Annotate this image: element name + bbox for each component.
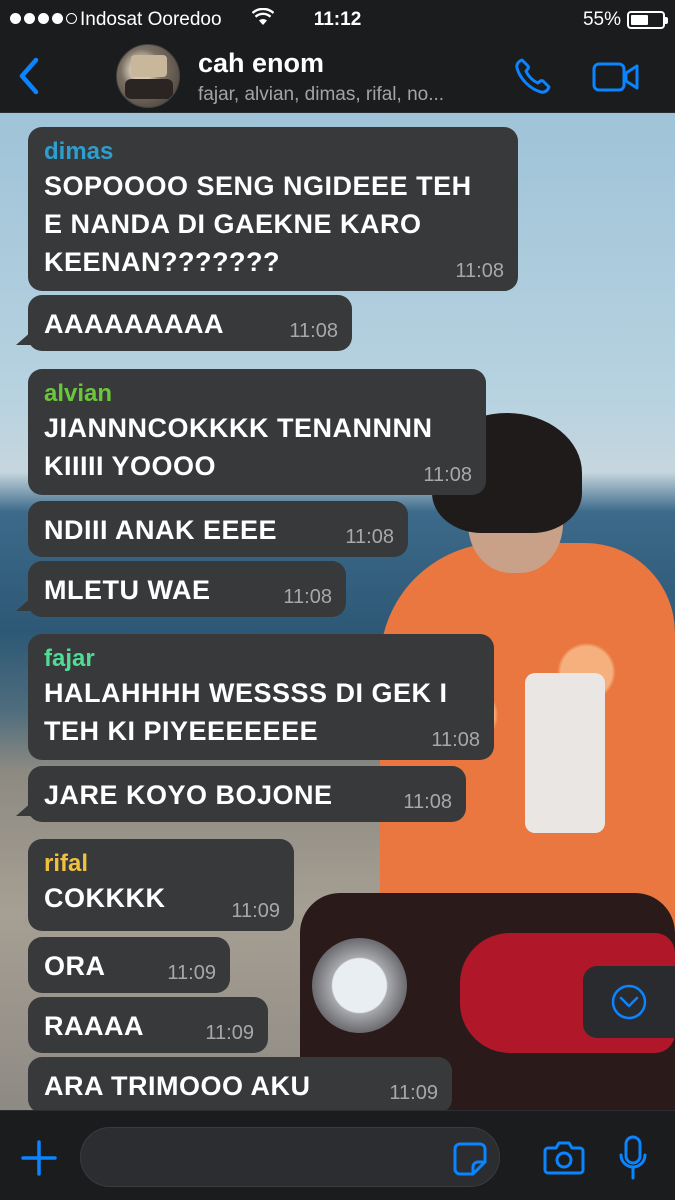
message-sender: fajar: [44, 645, 95, 672]
message-time: 11:08: [403, 791, 452, 813]
composer-bar: [0, 1110, 675, 1200]
message-bubble[interactable]: JARE KOYO BOJONE 11:08: [16, 766, 466, 822]
message-text: HALAHHHH WESSSS DI GEK I TEH KI PIYEEEEE…: [44, 678, 448, 746]
message-time: 11:09: [167, 962, 216, 984]
message-text: JARE KOYO BOJONE: [44, 780, 333, 810]
message-sender: rifal: [44, 850, 89, 877]
message-bubble[interactable]: NDIII ANAK EEEE 11:08: [28, 501, 408, 557]
group-members[interactable]: fajar, alvian, dimas, rifal, no...: [198, 84, 498, 106]
message-bubble[interactable]: fajar HALAHHHH WESSSS DI GEK I TEH KI PI…: [28, 634, 494, 760]
message-bubble[interactable]: AAAAAAAAA 11:08: [16, 295, 352, 351]
chevron-down-circle-icon: [611, 984, 647, 1020]
battery-percentage: 55%: [582, 9, 621, 30]
message-bubble[interactable]: ARA TRIMOOO AKU 11:09: [28, 1057, 452, 1113]
message-sender: dimas: [44, 138, 114, 165]
message-time: 11:09: [389, 1082, 438, 1104]
message-text: SOPOOOO SENG NGIDEEE TEH E NANDA DI GAEK…: [44, 171, 472, 277]
camera-icon[interactable]: [543, 1139, 585, 1175]
message-time: 11:08: [431, 729, 480, 751]
message-time: 11:08: [289, 320, 338, 342]
message-bubble[interactable]: rifal COKKKK 11:09: [28, 839, 294, 931]
message-bubble[interactable]: alvian JIANNNCOKKKK TENANNNN KIIIII YOOO…: [28, 369, 486, 495]
chevron-left-icon[interactable]: [14, 56, 44, 96]
message-time: 11:09: [205, 1022, 254, 1044]
message-bubble[interactable]: RAAAA 11:09: [28, 997, 268, 1053]
message-time: 11:08: [345, 526, 394, 548]
battery-icon: [627, 11, 668, 29]
message-time: 11:09: [231, 900, 280, 922]
message-text: ARA TRIMOOO AKU: [44, 1071, 311, 1101]
video-call-icon[interactable]: [592, 60, 640, 94]
message-time: 11:08: [455, 260, 504, 282]
group-name[interactable]: cah enom: [198, 48, 324, 79]
message-bubble[interactable]: ORA 11:09: [28, 937, 230, 993]
message-bubble[interactable]: dimas SOPOOOO SENG NGIDEEE TEH E NANDA D…: [28, 127, 518, 291]
scroll-to-bottom-button[interactable]: [583, 966, 675, 1038]
plus-icon[interactable]: [20, 1139, 58, 1177]
message-text: JIANNNCOKKKK TENANNNN KIIIII YOOOO: [44, 413, 433, 481]
message-sender: alvian: [44, 380, 113, 407]
group-avatar[interactable]: [116, 44, 180, 108]
microphone-icon[interactable]: [618, 1135, 648, 1181]
status-time: 11:12: [313, 9, 362, 30]
message-input[interactable]: [80, 1127, 500, 1187]
message-bubble[interactable]: MLETU WAE 11:08: [16, 561, 346, 617]
message-time: 11:08: [283, 586, 332, 608]
sticker-icon[interactable]: [452, 1141, 488, 1177]
chat-header: cah enom fajar, alvian, dimas, rifal, no…: [0, 40, 675, 113]
phone-call-icon[interactable]: [513, 56, 553, 96]
status-bar: Indosat Ooredoo 11:12 55%: [0, 0, 675, 40]
message-text: NDIII ANAK EEEE: [44, 515, 278, 545]
message-time: 11:08: [423, 464, 472, 486]
